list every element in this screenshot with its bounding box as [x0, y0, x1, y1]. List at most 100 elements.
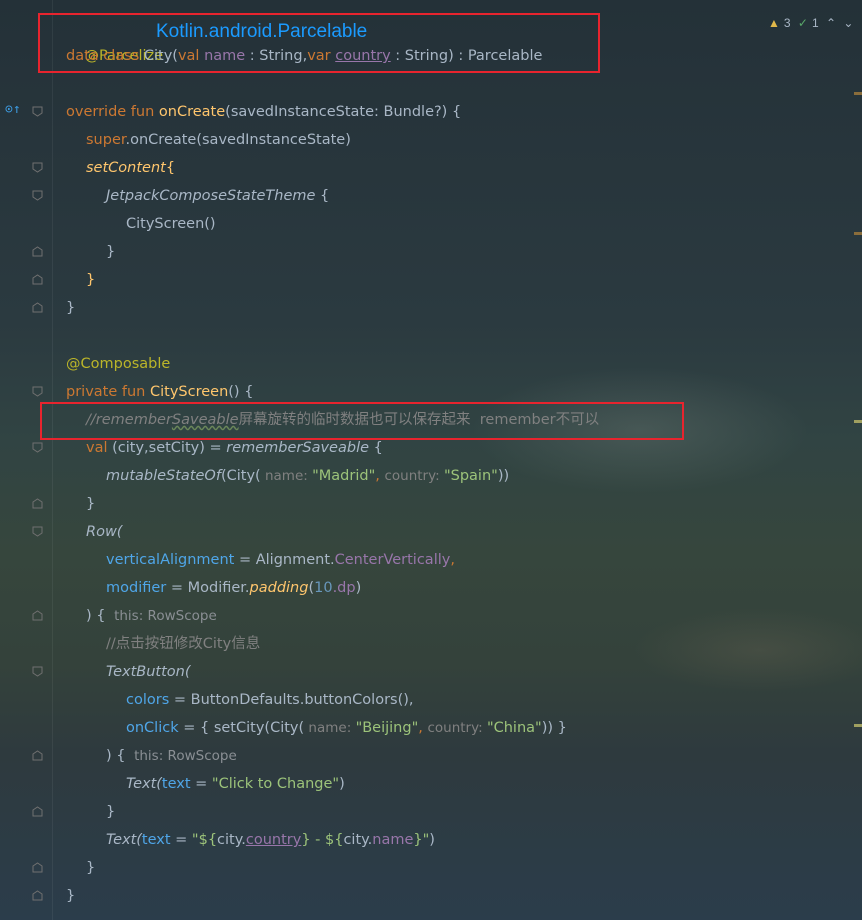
code-token: {: [369, 440, 383, 456]
code-line[interactable]: Text(text = "${city.country} - ${city.na…: [106, 826, 435, 854]
function-name: rememberSaveable: [226, 440, 370, 456]
function-name: mutableStateOf: [106, 468, 221, 484]
fold-end-icon[interactable]: [32, 610, 43, 621]
editor-gutter: ⊙↑: [0, 0, 53, 920]
fold-end-icon[interactable]: [32, 750, 43, 761]
named-argument: text: [141, 832, 171, 848]
code-editor[interactable]: ⊙↑ ▲ 3 ✓ 1 ⌃ ⌄ @Parcelize data class City(…: [0, 0, 862, 920]
string-literal: "${: [191, 832, 218, 848]
keyword: private fun: [66, 384, 150, 400]
code-token: =: [190, 776, 212, 792]
property: CenterVertically: [334, 552, 451, 568]
function-name: setContent: [86, 160, 166, 176]
code-token: }: [106, 244, 116, 260]
weak-warning-count: 1: [811, 16, 819, 30]
code-token: () {: [228, 384, 254, 400]
code-token: ) {: [106, 748, 126, 764]
string-literal: "Madrid": [312, 468, 376, 484]
code-token: ,: [450, 552, 455, 568]
code-line[interactable]: }: [66, 882, 75, 910]
code-line[interactable]: modifier = Modifier.padding(10.dp): [106, 574, 361, 602]
code-line[interactable]: super.onCreate(savedInstanceState): [86, 126, 351, 154]
code-line[interactable]: }: [86, 490, 95, 518]
code-line[interactable]: setContent{: [86, 154, 175, 182]
parameter-hint: name:: [304, 720, 356, 736]
property: name: [372, 832, 414, 848]
fold-end-icon[interactable]: [32, 274, 43, 285]
fold-marker-icon[interactable]: [32, 162, 43, 173]
comment: //点击按钮修改City信息: [106, 636, 261, 652]
warning-count: 3: [783, 16, 791, 30]
code-token: .onCreate(savedInstanceState): [125, 132, 351, 148]
code-line[interactable]: }: [66, 294, 75, 322]
code-line[interactable]: @Composable: [66, 350, 170, 378]
code-token: ): [339, 776, 345, 792]
fold-marker-icon[interactable]: [32, 190, 43, 201]
chevron-down-icon[interactable]: ⌄: [843, 16, 853, 30]
fold-end-icon[interactable]: [32, 862, 43, 873]
named-argument: colors: [126, 692, 170, 708]
fold-end-icon[interactable]: [32, 806, 43, 817]
fold-marker-icon[interactable]: [32, 106, 43, 117]
scrollbar-marker: [854, 92, 862, 95]
function-name: Text(: [126, 776, 162, 792]
code-token: }: [86, 496, 96, 512]
code-line[interactable]: }: [86, 266, 95, 294]
code-line[interactable]: ) { this: RowScope: [106, 742, 237, 770]
code-token: CityScreen(): [126, 216, 216, 232]
code-line[interactable]: }: [86, 854, 95, 882]
code-line[interactable]: JetpackComposeStateTheme {: [106, 182, 329, 210]
code-token: = Modifier.: [166, 580, 250, 596]
code-token: }: [106, 804, 116, 820]
string-literal: "Click to Change": [211, 776, 340, 792]
scope-hint: this: RowScope: [125, 748, 237, 764]
string-literal: "Spain": [443, 468, 498, 484]
scrollbar-marker: [854, 420, 862, 423]
fold-marker-icon[interactable]: [32, 442, 43, 453]
function-name: padding: [249, 580, 309, 596]
code-token: = ButtonDefaults.buttonColors(),: [169, 692, 414, 708]
code-line[interactable]: }: [106, 238, 115, 266]
fold-marker-icon[interactable]: [32, 386, 43, 397]
function-name: CityScreen: [149, 384, 229, 400]
string-literal: }": [413, 832, 430, 848]
fold-marker-icon[interactable]: [32, 666, 43, 677]
fold-end-icon[interactable]: [32, 890, 43, 901]
chevron-up-icon[interactable]: ⌃: [826, 16, 836, 30]
code-token: = Alignment.: [234, 552, 335, 568]
code-line[interactable]: verticalAlignment = Alignment.CenterVert…: [106, 546, 455, 574]
named-argument: modifier: [106, 580, 167, 596]
parameter-hint: country:: [427, 720, 487, 736]
code-line[interactable]: mutableStateOf(City( name: "Madrid", cou…: [106, 462, 509, 490]
override-marker-icon[interactable]: ⊙↑: [5, 102, 21, 117]
code-line[interactable]: override fun onCreate(savedInstanceState…: [66, 98, 461, 126]
parameter-hint: country:: [384, 468, 444, 484]
string-literal: } - ${: [301, 832, 344, 848]
fold-end-icon[interactable]: [32, 302, 43, 313]
code-token: ) {: [86, 608, 106, 624]
code-token: }: [66, 300, 76, 316]
fold-marker-icon[interactable]: [32, 526, 43, 537]
code-line[interactable]: Text(text = "Click to Change"): [126, 770, 345, 798]
fold-end-icon[interactable]: [32, 498, 43, 509]
code-line[interactable]: onClick = { setCity(City( name: "Beijing…: [126, 714, 567, 742]
inspection-status[interactable]: ▲ 3 ✓ 1 ⌃ ⌄: [768, 16, 857, 30]
code-line[interactable]: }: [106, 798, 115, 826]
highlight-box: [38, 13, 600, 73]
code-line[interactable]: CityScreen(): [126, 210, 216, 238]
code-line[interactable]: val (city,setCity) = rememberSaveable {: [86, 434, 383, 462]
code-line[interactable]: Row(: [86, 518, 122, 546]
code-line[interactable]: //点击按钮修改City信息: [106, 630, 260, 658]
string-literal: "China": [486, 720, 542, 736]
code-token: city.: [217, 832, 246, 848]
function-name: Text(: [106, 832, 142, 848]
code-line[interactable]: TextButton(: [106, 658, 190, 686]
code-token: = { setCity(City(: [178, 720, 305, 736]
property: country: [245, 832, 302, 848]
fold-end-icon[interactable]: [32, 246, 43, 257]
code-line[interactable]: ) { this: RowScope: [86, 602, 217, 630]
property: .dp: [332, 580, 356, 596]
code-line[interactable]: colors = ButtonDefaults.buttonColors(),: [126, 686, 414, 714]
code-token: =: [170, 832, 192, 848]
code-token: ): [429, 832, 435, 848]
